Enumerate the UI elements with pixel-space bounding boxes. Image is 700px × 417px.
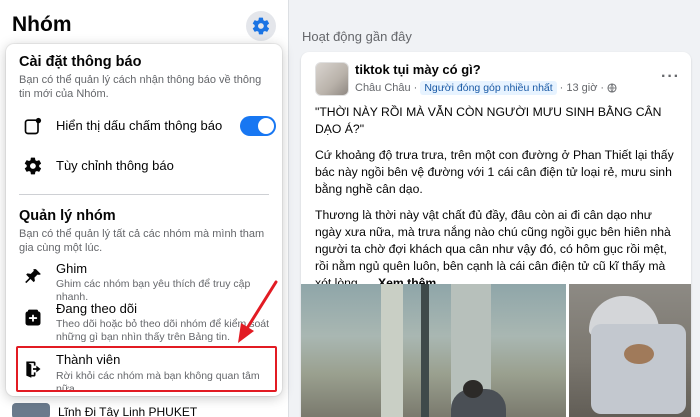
post-photos xyxy=(301,284,691,417)
section-divider xyxy=(19,194,269,195)
settings-button[interactable] xyxy=(246,11,276,41)
following-row[interactable]: Đang theo dõi Theo dõi hoặc bỏ theo dõi … xyxy=(12,298,276,346)
notification-dot-icon xyxy=(22,115,44,137)
feed-post: tiktok tụi mày có gì? Châu Châu · Người … xyxy=(301,52,691,417)
post-paragraph: "THỜI NÀY RỒI MÀ VẪN CÒN NGƯỜI MƯU SINH … xyxy=(315,105,662,136)
post-paragraph: Cứ khoảng độ trưa trưa, trên một con đườ… xyxy=(315,148,674,196)
meta-separator: · xyxy=(559,82,564,94)
post-paragraph: Thương là thời này vật chất đủ đầy, đâu … xyxy=(315,207,679,292)
following-label: Đang theo dõi xyxy=(56,301,137,316)
groups-settings-menu: Cài đặt thông báo Bạn có thể quản lý các… xyxy=(6,44,282,396)
globe-icon xyxy=(607,83,617,93)
pin-row[interactable]: Ghim Ghim các nhóm bạn yêu thích để truy… xyxy=(12,258,276,303)
follow-icon xyxy=(22,307,44,329)
pin-icon xyxy=(22,266,44,288)
gear-icon xyxy=(22,155,44,177)
meta-separator: · xyxy=(600,82,605,94)
post-paragraph-text: Thương là thời này vật chất đủ đầy, đâu … xyxy=(315,208,671,290)
recent-activity-heading: Hoạt động gần đây xyxy=(302,29,412,44)
page-title: Nhóm xyxy=(12,13,72,36)
post-photo[interactable] xyxy=(301,284,566,417)
post-photo[interactable] xyxy=(569,284,691,417)
meta-separator: · xyxy=(413,82,418,94)
show-dot-row[interactable]: Hiển thị dấu chấm thông báo xyxy=(12,106,276,146)
manage-groups-title: Quản lý nhóm xyxy=(19,208,116,224)
gear-icon xyxy=(252,17,270,35)
show-dot-label: Hiển thị dấu chấm thông báo xyxy=(56,118,223,133)
post-options-button[interactable]: ··· xyxy=(661,68,680,86)
customize-notifications-label: Tùy chỉnh thông báo xyxy=(56,158,174,173)
post-text: "THỜI NÀY RỒI MÀ VẪN CÒN NGƯỜI MƯU SINH … xyxy=(315,104,679,301)
group-thumbnail[interactable] xyxy=(12,403,50,417)
notification-settings-description: Bạn có thể quản lý cách nhận thông báo v… xyxy=(19,74,262,100)
top-contributor-badge: Người đóng góp nhiều nhất xyxy=(420,81,557,95)
customize-notifications-row[interactable]: Tùy chỉnh thông báo xyxy=(12,148,276,184)
highlight-box xyxy=(16,346,277,392)
post-author[interactable]: Châu Châu xyxy=(355,82,411,94)
show-dot-toggle[interactable] xyxy=(240,116,276,136)
notification-settings-title: Cài đặt thông báo xyxy=(19,54,142,70)
group-name-peek[interactable]: Lĩnh Đi Tây Linh PHUKET xyxy=(58,405,197,417)
post-time[interactable]: 13 giờ xyxy=(566,82,597,94)
manage-groups-description: Bạn có thể quản lý tất cả các nhóm mà mì… xyxy=(19,228,265,254)
post-meta: Châu Châu · Người đóng góp nhiều nhất · … xyxy=(355,81,617,95)
following-description: Theo dõi hoặc bỏ theo dõi nhóm để kiểm s… xyxy=(56,318,270,343)
pin-label: Ghim xyxy=(56,261,88,276)
post-group-name[interactable]: tiktok tụi mày có gì? xyxy=(355,62,481,77)
group-avatar[interactable] xyxy=(315,62,349,96)
